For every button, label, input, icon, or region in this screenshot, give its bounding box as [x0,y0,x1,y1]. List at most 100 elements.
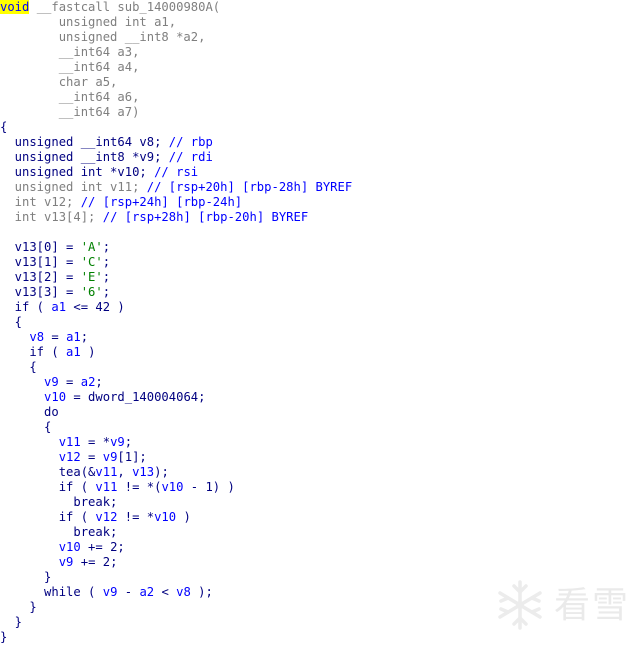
code-line[interactable]: char a5, [0,75,352,90]
code-line[interactable]: v11 = *v9; [0,435,352,450]
code-token: unsigned int v11; [0,180,147,194]
code-line[interactable]: int v12; // [rsp+24h] [rbp-24h] [0,195,352,210]
code-token: = [80,450,103,464]
code-token: int v13[4]; [0,210,103,224]
code-token: = [58,375,81,389]
code-line[interactable]: int v13[4]; // [rsp+28h] [rbp-20h] BYREF [0,210,352,225]
code-token: v12 [58,450,81,464]
code-line[interactable]: v13[2] = 'E'; [0,270,352,285]
code-token: unsigned int *v10; [0,165,155,179]
code-token: += 2; [73,555,118,569]
code-token: v9 [110,435,125,449]
code-line[interactable]: tea(&v11, v13); [0,465,352,480]
code-token: } [0,600,37,614]
code-line[interactable]: v8 = a1; [0,330,352,345]
code-token: while ( [0,585,103,599]
code-line[interactable]: if ( a1 <= 42 ) [0,300,352,315]
code-line[interactable]: unsigned __int8 *v9; // rdi [0,150,352,165]
code-token: break; [0,525,118,539]
code-line[interactable]: unsigned int a1, [0,15,352,30]
code-token: 'E' [80,270,103,284]
code-line[interactable]: do [0,405,352,420]
code-line[interactable]: if ( v11 != *(v10 - 1) ) [0,480,352,495]
code-line[interactable]: v10 += 2; [0,540,352,555]
code-line[interactable]: v13[0] = 'A'; [0,240,352,255]
code-line[interactable]: { [0,420,352,435]
code-token: v9 [58,555,74,569]
code-token: < [154,585,177,599]
code-lines: void __fastcall sub_14000980A( unsigned … [0,0,352,645]
code-line[interactable]: { [0,120,352,135]
code-token: '6' [80,285,103,299]
code-line[interactable]: __int64 a7) [0,105,352,120]
code-token: ; [80,330,89,344]
code-token: v13 [132,465,155,479]
code-line[interactable]: void __fastcall sub_14000980A( [0,0,352,15]
code-token: ) [80,345,96,359]
code-line[interactable]: v10 = dword_140004064; [0,390,352,405]
code-token: ; [102,285,111,299]
highlighted-token: void [0,0,30,14]
code-token: __int64 a4, [0,60,140,74]
code-line[interactable]: } [0,570,352,585]
code-line[interactable]: } [0,600,352,615]
code-line[interactable]: v12 = v9[1]; [0,450,352,465]
code-line[interactable]: v9 = a2; [0,375,352,390]
code-line[interactable]: v13[3] = '6'; [0,285,352,300]
code-token: a1 [66,345,81,359]
code-line[interactable]: __int64 a6, [0,90,352,105]
code-line[interactable]: unsigned __int8 *a2, [0,30,352,45]
code-token: v10 [161,480,184,494]
code-token: a2 [139,585,155,599]
code-line[interactable]: __int64 a3, [0,45,352,60]
code-line[interactable]: } [0,630,352,645]
code-line[interactable]: } [0,615,352,630]
code-token: ) [176,510,191,524]
code-line[interactable]: unsigned int v11; // [rsp+20h] [rbp-28h]… [0,180,353,195]
code-line[interactable]: if ( a1 ) [0,345,352,360]
code-line[interactable]: break; [0,495,352,510]
code-token: } [0,615,23,629]
code-token: do [0,405,59,419]
code-token: } [0,570,52,584]
code-token: v13[1] = [0,255,81,269]
code-line[interactable]: if ( v12 != *v10 ) [0,510,352,525]
code-token: // [rsp+28h] [rbp-20h] BYREF [102,210,309,224]
code-line[interactable]: unsigned __int64 v8; // rbp [0,135,352,150]
code-token: v11 [95,480,118,494]
code-line[interactable]: break; [0,525,352,540]
code-token: __int64 a7) [0,105,140,119]
code-token: v13[0] = [0,240,81,254]
code-token: 'A' [80,240,103,254]
code-line[interactable]: { [0,360,352,375]
code-line[interactable]: unsigned int *v10; // rsi [0,165,352,180]
code-token: char a5, [0,75,118,89]
code-line[interactable] [0,225,352,240]
code-line[interactable]: while ( v9 - a2 < v8 ); [0,585,352,600]
code-token: // rsi [154,165,199,179]
code-token: v11 [95,465,118,479]
code-line[interactable]: v9 += 2; [0,555,352,570]
code-token: // rdi [168,150,213,164]
pseudocode-view[interactable]: void __fastcall sub_14000980A( unsigned … [0,0,638,651]
code-token: v9 [102,450,118,464]
code-line[interactable]: __int64 a4, [0,60,352,75]
code-token: if ( [0,510,96,524]
code-line[interactable]: v13[1] = 'C'; [0,255,352,270]
code-token: ; [95,375,103,389]
code-token: unsigned __int64 v8; [0,135,169,149]
code-token: ; [102,255,111,269]
code-token: { [0,360,37,374]
code-token: v11 [58,435,81,449]
code-token: if ( [0,300,52,314]
code-token: break; [0,495,118,509]
code-token: != *( [117,480,162,494]
code-line[interactable]: { [0,315,352,330]
code-token: v9 [102,585,118,599]
code-token: v9 [44,375,59,389]
